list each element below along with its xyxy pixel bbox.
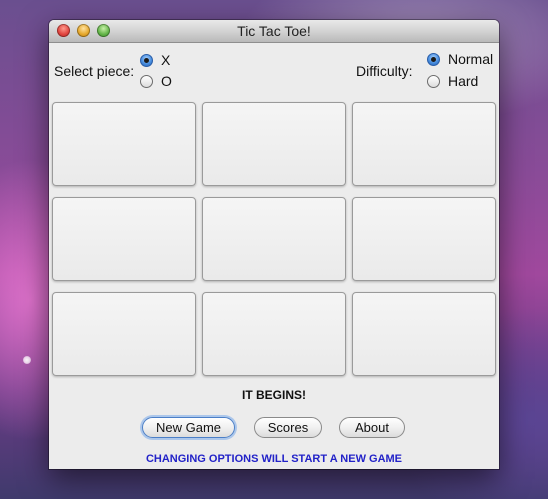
select-piece-label: Select piece: xyxy=(54,63,135,79)
radio-x-icon[interactable] xyxy=(140,53,153,67)
board-cell-3[interactable] xyxy=(352,102,496,186)
window-title: Tic Tac Toe! xyxy=(237,23,311,39)
difficulty-option-hard-label: Hard xyxy=(448,73,479,89)
board-cell-6[interactable] xyxy=(352,197,496,281)
board-cell-4[interactable] xyxy=(52,197,196,281)
radio-hard-icon[interactable] xyxy=(427,74,440,88)
about-button[interactable]: About xyxy=(339,417,405,438)
new-game-button[interactable]: New Game xyxy=(142,417,235,438)
difficulty-option-normal-label: Normal xyxy=(448,51,494,67)
board-cell-9[interactable] xyxy=(352,292,496,376)
board-cell-2[interactable] xyxy=(202,102,346,186)
difficulty-option-hard[interactable]: Hard xyxy=(427,72,478,90)
radio-normal-icon[interactable] xyxy=(427,52,440,66)
piece-option-o[interactable]: O xyxy=(140,72,172,90)
board-cell-1[interactable] xyxy=(52,102,196,186)
app-window: Tic Tac Toe! Select piece: X O Difficult… xyxy=(49,20,499,469)
desktop-star xyxy=(23,356,31,364)
game-status: IT BEGINS! xyxy=(241,388,306,402)
piece-option-o-label: O xyxy=(161,73,172,89)
options-warning: CHANGING OPTIONS WILL START A NEW GAME xyxy=(145,453,403,465)
scores-button[interactable]: Scores xyxy=(254,417,322,438)
difficulty-option-normal[interactable]: Normal xyxy=(427,50,493,68)
difficulty-label: Difficulty: xyxy=(356,63,413,79)
piece-option-x[interactable]: X xyxy=(140,51,170,69)
board-cell-5[interactable] xyxy=(202,197,346,281)
board-cell-8[interactable] xyxy=(202,292,346,376)
board-cell-7[interactable] xyxy=(52,292,196,376)
piece-option-x-label: X xyxy=(161,52,171,68)
radio-o-icon[interactable] xyxy=(140,74,153,88)
title-bar[interactable]: Tic Tac Toe! xyxy=(49,20,499,43)
